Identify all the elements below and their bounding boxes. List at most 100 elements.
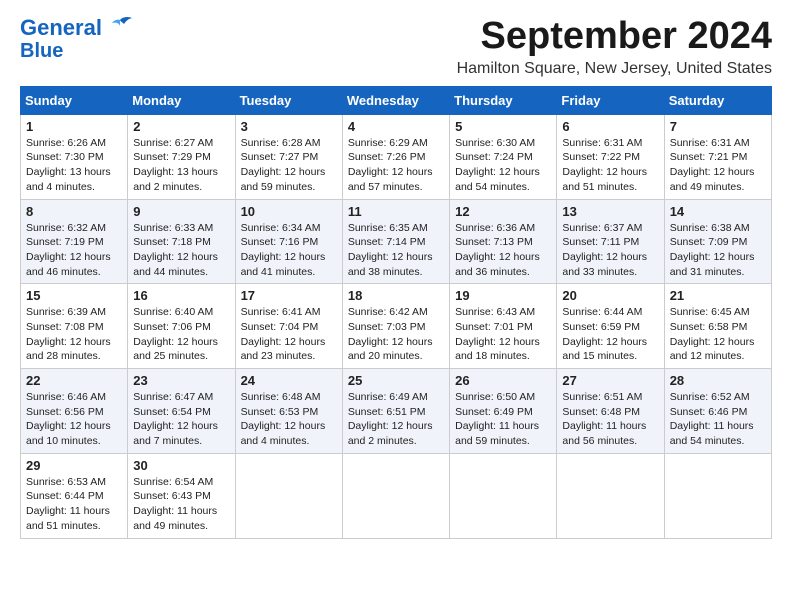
calendar-cell: 2Sunrise: 6:27 AM Sunset: 7:29 PM Daylig… [128, 114, 235, 199]
cell-text: Sunrise: 6:41 AM Sunset: 7:04 PM Dayligh… [241, 305, 337, 364]
calendar-cell: 7Sunrise: 6:31 AM Sunset: 7:21 PM Daylig… [664, 114, 771, 199]
day-number: 21 [670, 288, 766, 303]
calendar-cell: 11 Sunrise: 6:35 AM Sunset: 7:14 PM Dayli… [342, 199, 449, 284]
calendar-cell: 5 Sunrise: 6:30 AM Sunset: 7:24 PM Daylig… [450, 114, 557, 199]
day-number: 16 [133, 288, 229, 303]
calendar-cell: 12 Sunrise: 6:36 AM Sunset: 7:13 PM Dayli… [450, 199, 557, 284]
bird-icon [106, 16, 134, 38]
header: General Blue September 2024 Hamilton Squ… [20, 16, 772, 78]
cell-text: Sunrise: 6:43 AM Sunset: 7:01 PM Dayligh… [455, 305, 551, 364]
month-title: September 2024 [457, 16, 772, 58]
calendar-cell: 10 Sunrise: 6:34 AM Sunset: 7:16 PM Dayli… [235, 199, 342, 284]
cell-text: Sunrise: 6:44 AM Sunset: 6:59 PM Dayligh… [562, 305, 658, 364]
day-number: 14 [670, 204, 766, 219]
weekday-header-cell: Wednesday [342, 86, 449, 114]
cell-text: Sunrise: 6:33 AM Sunset: 7:18 PM Dayligh… [133, 221, 229, 280]
cell-text: Sunrise: 6:38 AM Sunset: 7:09 PM Dayligh… [670, 221, 766, 280]
weekday-header-row: SundayMondayTuesdayWednesdayThursdayFrid… [21, 86, 772, 114]
day-number: 15 [26, 288, 122, 303]
day-number: 10 [241, 204, 337, 219]
day-number: 5 [455, 119, 551, 134]
cell-text: Sunrise: 6:48 AM Sunset: 6:53 PM Dayligh… [241, 390, 337, 449]
cell-text: Sunrise: 6:50 AM Sunset: 6:49 PM Dayligh… [455, 390, 551, 449]
cell-text: Sunrise: 6:31 AM Sunset: 7:22 PM Dayligh… [562, 136, 658, 195]
cell-text: Sunrise: 6:34 AM Sunset: 7:16 PM Dayligh… [241, 221, 337, 280]
weekday-header-cell: Saturday [664, 86, 771, 114]
day-number: 13 [562, 204, 658, 219]
calendar-cell: 21 Sunrise: 6:45 AM Sunset: 6:58 PM Dayli… [664, 284, 771, 369]
cell-text: Sunrise: 6:39 AM Sunset: 7:08 PM Dayligh… [26, 305, 122, 364]
calendar-table: SundayMondayTuesdayWednesdayThursdayFrid… [20, 86, 772, 539]
day-number: 29 [26, 458, 122, 473]
calendar-cell: 27 Sunrise: 6:51 AM Sunset: 6:48 PM Dayli… [557, 369, 664, 454]
calendar-week-row: 1 Sunrise: 6:26 AM Sunset: 7:30 PM Daylig… [21, 114, 772, 199]
day-number: 28 [670, 373, 766, 388]
day-number: 20 [562, 288, 658, 303]
cell-text: Sunrise: 6:52 AM Sunset: 6:46 PM Dayligh… [670, 390, 766, 449]
cell-text: Sunrise: 6:30 AM Sunset: 7:24 PM Dayligh… [455, 136, 551, 195]
day-number: 9 [133, 204, 229, 219]
cell-text: Sunrise: 6:54 AM Sunset: 6:43 PM Dayligh… [133, 475, 229, 534]
calendar-cell: 13 Sunrise: 6:37 AM Sunset: 7:11 PM Dayli… [557, 199, 664, 284]
day-number: 6 [562, 119, 658, 134]
calendar-cell [235, 453, 342, 538]
title-block: September 2024 Hamilton Square, New Jers… [457, 16, 772, 78]
weekday-header-cell: Sunday [21, 86, 128, 114]
cell-text: Sunrise: 6:53 AM Sunset: 6:44 PM Dayligh… [26, 475, 122, 534]
calendar-cell: 19 Sunrise: 6:43 AM Sunset: 7:01 PM Dayli… [450, 284, 557, 369]
cell-text: Sunrise: 6:40 AM Sunset: 7:06 PM Dayligh… [133, 305, 229, 364]
cell-text: Sunrise: 6:35 AM Sunset: 7:14 PM Dayligh… [348, 221, 444, 280]
day-number: 27 [562, 373, 658, 388]
day-number: 23 [133, 373, 229, 388]
calendar-cell [557, 453, 664, 538]
calendar-cell: 16 Sunrise: 6:40 AM Sunset: 7:06 PM Dayli… [128, 284, 235, 369]
cell-text: Sunrise: 6:47 AM Sunset: 6:54 PM Dayligh… [133, 390, 229, 449]
day-number: 22 [26, 373, 122, 388]
calendar-cell: 3 Sunrise: 6:28 AM Sunset: 7:27 PM Daylig… [235, 114, 342, 199]
day-number: 30 [133, 458, 229, 473]
cell-text: Sunrise: 6:37 AM Sunset: 7:11 PM Dayligh… [562, 221, 658, 280]
calendar-week-row: 22Sunrise: 6:46 AM Sunset: 6:56 PM Dayli… [21, 369, 772, 454]
calendar-cell: 25Sunrise: 6:49 AM Sunset: 6:51 PM Dayli… [342, 369, 449, 454]
cell-text: Sunrise: 6:28 AM Sunset: 7:27 PM Dayligh… [241, 136, 337, 195]
weekday-header-cell: Friday [557, 86, 664, 114]
cell-text: Sunrise: 6:36 AM Sunset: 7:13 PM Dayligh… [455, 221, 551, 280]
weekday-header-cell: Tuesday [235, 86, 342, 114]
calendar-week-row: 15 Sunrise: 6:39 AM Sunset: 7:08 PM Dayli… [21, 284, 772, 369]
calendar-body: 1 Sunrise: 6:26 AM Sunset: 7:30 PM Daylig… [21, 114, 772, 538]
day-number: 3 [241, 119, 337, 134]
cell-text: Sunrise: 6:42 AM Sunset: 7:03 PM Dayligh… [348, 305, 444, 364]
calendar-cell [342, 453, 449, 538]
day-number: 11 [348, 204, 444, 219]
day-number: 8 [26, 204, 122, 219]
calendar-cell: 23 Sunrise: 6:47 AM Sunset: 6:54 PM Dayli… [128, 369, 235, 454]
calendar-cell: 4Sunrise: 6:29 AM Sunset: 7:26 PM Daylig… [342, 114, 449, 199]
page: General Blue September 2024 Hamilton Squ… [0, 0, 792, 555]
calendar-cell [664, 453, 771, 538]
day-number: 19 [455, 288, 551, 303]
calendar-cell: 20 Sunrise: 6:44 AM Sunset: 6:59 PM Dayli… [557, 284, 664, 369]
day-number: 1 [26, 119, 122, 134]
calendar-cell: 26 Sunrise: 6:50 AM Sunset: 6:49 PM Dayli… [450, 369, 557, 454]
calendar-week-row: 8 Sunrise: 6:32 AM Sunset: 7:19 PM Daylig… [21, 199, 772, 284]
cell-text: Sunrise: 6:49 AM Sunset: 6:51 PM Dayligh… [348, 390, 444, 449]
cell-text: Sunrise: 6:51 AM Sunset: 6:48 PM Dayligh… [562, 390, 658, 449]
cell-text: Sunrise: 6:45 AM Sunset: 6:58 PM Dayligh… [670, 305, 766, 364]
calendar-cell [450, 453, 557, 538]
calendar-cell: 6 Sunrise: 6:31 AM Sunset: 7:22 PM Daylig… [557, 114, 664, 199]
day-number: 18 [348, 288, 444, 303]
location-title: Hamilton Square, New Jersey, United Stat… [457, 60, 772, 78]
logo-blue-text: Blue [20, 40, 63, 62]
day-number: 7 [670, 119, 766, 134]
calendar-cell: 9 Sunrise: 6:33 AM Sunset: 7:18 PM Daylig… [128, 199, 235, 284]
calendar-cell: 22Sunrise: 6:46 AM Sunset: 6:56 PM Dayli… [21, 369, 128, 454]
day-number: 26 [455, 373, 551, 388]
cell-text: Sunrise: 6:32 AM Sunset: 7:19 PM Dayligh… [26, 221, 122, 280]
weekday-header-cell: Thursday [450, 86, 557, 114]
weekday-header-cell: Monday [128, 86, 235, 114]
day-number: 12 [455, 204, 551, 219]
day-number: 2 [133, 119, 229, 134]
day-number: 17 [241, 288, 337, 303]
day-number: 24 [241, 373, 337, 388]
cell-text: Sunrise: 6:26 AM Sunset: 7:30 PM Dayligh… [26, 136, 122, 195]
